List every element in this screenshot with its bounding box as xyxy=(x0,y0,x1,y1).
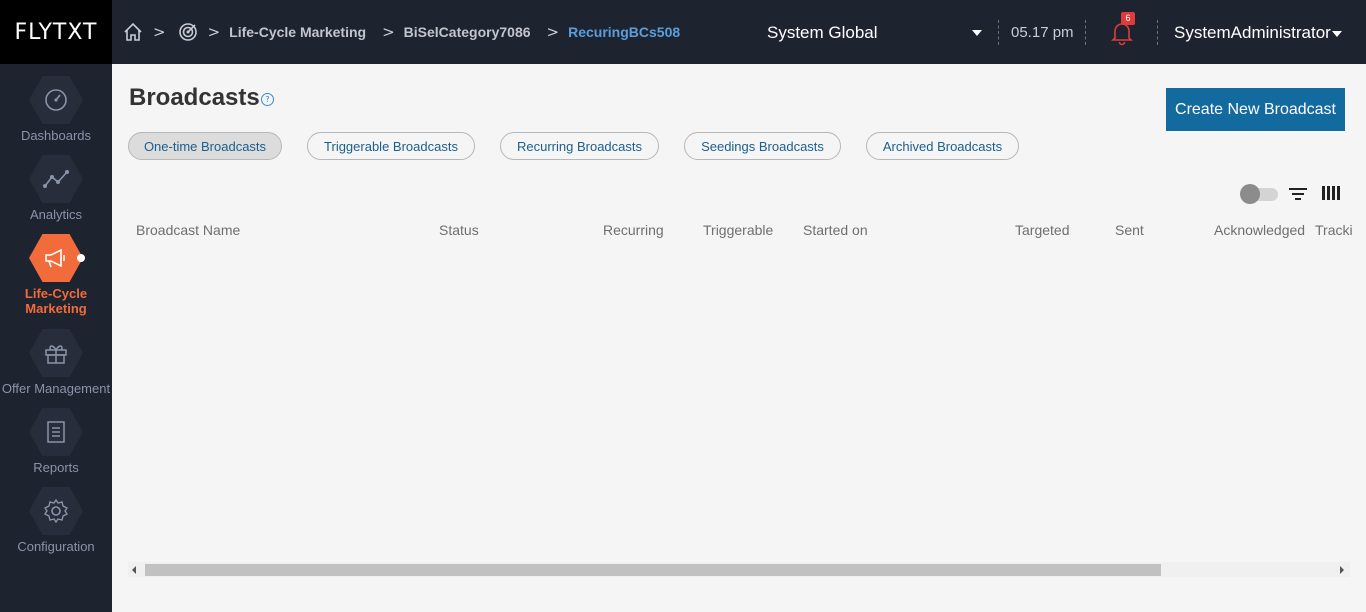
column-header-targeted[interactable]: Targeted xyxy=(1015,222,1069,238)
scrollbar-thumb[interactable] xyxy=(145,564,1161,576)
gift-icon xyxy=(29,329,83,377)
sidebar-item-configuration[interactable]: Configuration xyxy=(0,487,112,557)
horizontal-scrollbar[interactable] xyxy=(128,562,1350,577)
column-header-recurring[interactable]: Recurring xyxy=(603,222,664,238)
table-header: Broadcast Name Status Recurring Triggera… xyxy=(112,215,1366,245)
filter-icon[interactable] xyxy=(1289,186,1307,202)
divider xyxy=(1157,20,1158,45)
breadcrumb: > > Life-Cycle Marketing > BiSelCategory… xyxy=(120,0,680,64)
column-header-sent[interactable]: Sent xyxy=(1115,222,1144,238)
sidebar-item-dashboards[interactable]: Dashboards xyxy=(0,76,112,146)
column-header-acknowledged[interactable]: Acknowledged xyxy=(1214,222,1305,238)
column-header-broadcast-name[interactable]: Broadcast Name xyxy=(136,222,240,238)
toggle-knob xyxy=(1240,184,1260,204)
tab-recurring-broadcasts[interactable]: Recurring Broadcasts xyxy=(500,132,659,160)
page-title: Broadcasts xyxy=(129,84,260,111)
scroll-left-icon[interactable] xyxy=(132,566,136,574)
document-icon xyxy=(29,408,83,456)
gear-icon xyxy=(29,487,83,535)
active-indicator xyxy=(77,254,85,262)
megaphone-icon xyxy=(29,234,83,282)
divider xyxy=(998,20,999,45)
sidebar-item-offer-management[interactable]: Offer Management xyxy=(0,329,112,399)
tab-triggerable-broadcasts[interactable]: Triggerable Broadcasts xyxy=(307,132,475,160)
tab-archived-broadcasts[interactable]: Archived Broadcasts xyxy=(866,132,1019,160)
columns-icon[interactable] xyxy=(1322,186,1340,200)
sidebar: Dashboards Analytics Life-Cycle Marketin… xyxy=(0,64,112,612)
column-header-status[interactable]: Status xyxy=(439,222,479,238)
column-header-started-on[interactable]: Started on xyxy=(803,222,868,238)
sidebar-item-label: Life-Cycle Marketing xyxy=(24,286,88,316)
caret-down-icon[interactable] xyxy=(1332,31,1342,37)
clock-time: 05.17 pm xyxy=(1011,24,1074,41)
target-icon[interactable] xyxy=(177,21,199,43)
scroll-right-icon[interactable] xyxy=(1340,566,1344,574)
column-header-triggerable[interactable]: Triggerable xyxy=(703,222,773,238)
sidebar-item-analytics[interactable]: Analytics xyxy=(0,155,112,225)
tab-one-time-broadcasts[interactable]: One-time Broadcasts xyxy=(128,132,282,160)
sidebar-item-label: Dashboards xyxy=(20,128,92,143)
sidebar-item-label: Offer Management xyxy=(1,381,111,396)
context-selector[interactable]: System Global xyxy=(767,23,878,43)
sidebar-item-label: Reports xyxy=(33,460,79,475)
sidebar-item-reports[interactable]: Reports xyxy=(0,408,112,478)
user-menu[interactable]: SystemAdministrator xyxy=(1174,23,1331,43)
flytxt-logo[interactable]: FLYTXT xyxy=(0,0,112,64)
breadcrumb-current[interactable]: RecuringBCs508 xyxy=(568,24,680,40)
chevron-right-icon: > xyxy=(382,23,395,41)
chevron-right-icon: > xyxy=(546,23,560,41)
gauge-icon xyxy=(29,76,83,124)
view-toggle[interactable] xyxy=(1240,184,1278,204)
sidebar-item-label: Analytics xyxy=(29,207,83,222)
sidebar-item-lifecycle-marketing[interactable]: Life-Cycle Marketing xyxy=(0,234,112,319)
tab-seedings-broadcasts[interactable]: Seedings Broadcasts xyxy=(684,132,841,160)
line-chart-icon xyxy=(29,155,83,203)
sidebar-item-label: Configuration xyxy=(17,539,95,554)
home-icon[interactable] xyxy=(122,21,144,43)
caret-down-icon[interactable] xyxy=(972,30,982,36)
breadcrumb-category[interactable]: BiSelCategory7086 xyxy=(404,24,531,40)
divider xyxy=(1085,20,1086,45)
chevron-right-icon: > xyxy=(207,23,221,41)
help-icon[interactable]: ? xyxy=(261,93,274,106)
top-bar: FLYTXT > > Life-Cycle Marketing > BiSelC… xyxy=(0,0,1366,64)
notification-badge: 6 xyxy=(1121,12,1135,25)
column-header-tracking[interactable]: Tracki xyxy=(1315,222,1353,238)
chevron-right-icon: > xyxy=(153,23,166,41)
create-new-broadcast-button[interactable]: Create New Broadcast xyxy=(1166,88,1345,131)
breadcrumb-lifecycle[interactable]: Life-Cycle Marketing xyxy=(229,24,366,40)
